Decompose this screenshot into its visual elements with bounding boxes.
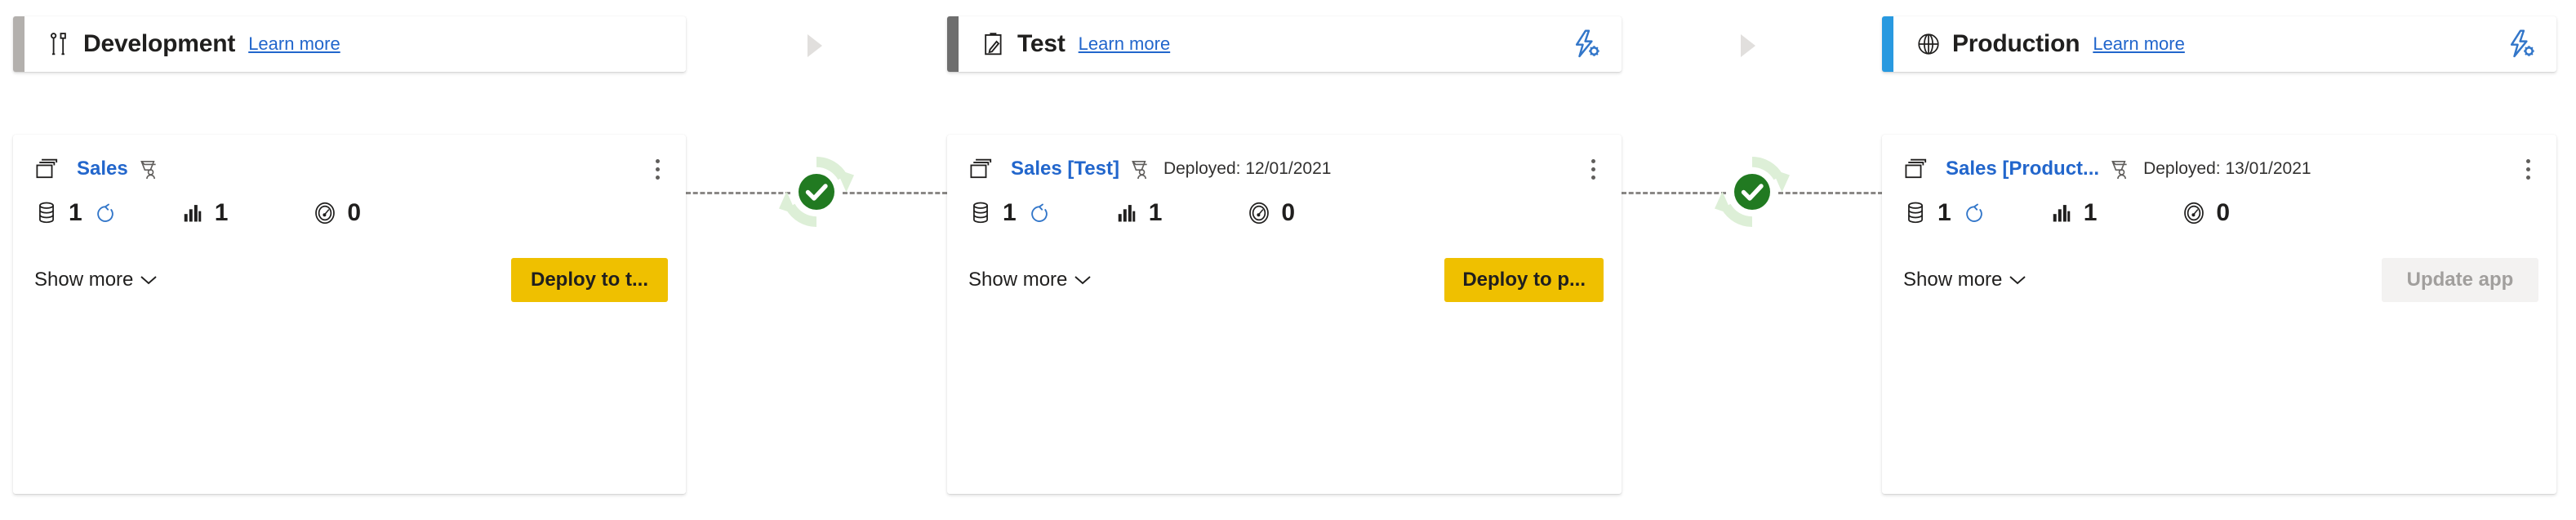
stage-header-production: Production Learn more xyxy=(1882,16,2556,72)
chevron-down-icon xyxy=(140,276,158,285)
card-footer-development: Show more Deploy to t... xyxy=(13,244,686,316)
show-more-toggle-development[interactable]: Show more xyxy=(34,269,158,291)
refresh-icon-test[interactable] xyxy=(1028,202,1051,224)
stage-card-test: Sales [Test] Deployed: 12/01/2021 1 1 0 … xyxy=(947,135,1622,494)
stage-title-test: Test xyxy=(1017,30,1066,57)
globe-icon xyxy=(1915,30,1942,58)
stage-accent-production xyxy=(1882,16,1893,72)
deployed-date-test: Deployed: 12/01/2021 xyxy=(1163,159,1332,178)
metric-datasets-value-test: 1 xyxy=(1003,199,1017,226)
metric-datasets-test: 1 xyxy=(968,199,1051,227)
triangle-right-icon xyxy=(1741,34,1755,57)
dataset-icon xyxy=(1903,201,1928,225)
stage-card-development: Sales 1 1 0 Show more Deploy to t... xyxy=(13,135,686,494)
dashboard-icon xyxy=(1247,201,1271,225)
dataset-icon xyxy=(34,201,59,225)
learn-more-link-development[interactable]: Learn more xyxy=(248,33,340,55)
card-footer-production: Show more Update app xyxy=(1882,244,2556,316)
metric-reports-development: 1 xyxy=(180,199,229,227)
metric-datasets-value-production: 1 xyxy=(1938,199,1951,226)
report-icon xyxy=(2049,201,2074,225)
stage-arrow-test-prod xyxy=(1737,33,1759,59)
deploy-button-development[interactable]: Deploy to t... xyxy=(511,258,668,302)
stage-accent-development xyxy=(13,16,24,72)
dashboard-icon xyxy=(313,201,337,225)
stage-title-production: Production xyxy=(1952,30,2080,57)
metric-dashboards-development: 0 xyxy=(313,199,361,227)
card-footer-test: Show more Deploy to p... xyxy=(947,244,1622,316)
report-icon xyxy=(1114,201,1139,225)
show-more-label: Show more xyxy=(968,269,1068,291)
deployment-pipeline: Development Learn more Test Learn more P… xyxy=(0,0,2576,520)
clipboard-icon xyxy=(980,30,1008,58)
refresh-icon-development[interactable] xyxy=(94,202,117,224)
more-options-development[interactable] xyxy=(647,155,668,183)
metric-reports-value-development: 1 xyxy=(214,199,229,226)
metrics-row-test: 1 1 0 xyxy=(947,182,1622,244)
compare-success-icon-dev-test[interactable] xyxy=(767,143,865,241)
metric-reports-test: 1 xyxy=(1114,199,1163,227)
stage-card-production: Sales [Product... Deployed: 13/01/2021 1… xyxy=(1882,135,2556,494)
metric-dashboards-test: 0 xyxy=(1247,199,1295,227)
more-options-production[interactable] xyxy=(2517,155,2538,183)
tools-icon xyxy=(46,30,73,58)
app-name-production[interactable]: Sales [Product... xyxy=(1946,158,2099,180)
deploy-button-test[interactable]: Deploy to p... xyxy=(1444,258,1604,302)
chevron-down-icon xyxy=(2009,276,2027,285)
metric-reports-production: 1 xyxy=(2049,199,2098,227)
dashboard-icon xyxy=(2182,201,2206,225)
stage-accent-test xyxy=(947,16,959,72)
metrics-row-development: 1 1 0 xyxy=(13,182,686,244)
learn-more-link-test[interactable]: Learn more xyxy=(1079,33,1171,55)
metric-dashboards-value-development: 0 xyxy=(347,199,362,226)
dataset-icon xyxy=(968,201,993,225)
show-more-label: Show more xyxy=(1903,269,2003,291)
deployment-rules-icon-test[interactable] xyxy=(1571,28,1604,60)
metric-dashboards-value-test: 0 xyxy=(1281,199,1296,226)
shared-with-me-icon xyxy=(2107,157,2132,181)
report-icon xyxy=(180,201,205,225)
card-header-production: Sales [Product... Deployed: 13/01/2021 xyxy=(1882,135,2556,182)
show-more-label: Show more xyxy=(34,269,134,291)
learn-more-link-production[interactable]: Learn more xyxy=(2093,33,2185,55)
metric-datasets-production: 1 xyxy=(1903,199,1986,227)
metrics-row-production: 1 1 0 xyxy=(1882,182,2556,244)
shared-with-me-icon xyxy=(136,157,161,181)
workspace-icon xyxy=(34,157,62,181)
show-more-toggle-production[interactable]: Show more xyxy=(1903,269,2027,291)
stage-header-test: Test Learn more xyxy=(947,16,1622,72)
stage-header-development: Development Learn more xyxy=(13,16,686,72)
refresh-icon-production[interactable] xyxy=(1963,202,1986,224)
deployed-date-production: Deployed: 13/01/2021 xyxy=(2143,159,2311,178)
workspace-icon xyxy=(1903,157,1931,181)
chevron-down-icon xyxy=(1074,276,1092,285)
show-more-toggle-test[interactable]: Show more xyxy=(968,269,1092,291)
deployment-rules-icon-production[interactable] xyxy=(2506,28,2538,60)
workspace-icon xyxy=(968,157,996,181)
app-name-test[interactable]: Sales [Test] xyxy=(1011,158,1119,180)
compare-success-icon-test-prod[interactable] xyxy=(1703,143,1801,241)
shared-with-me-icon xyxy=(1128,157,1152,181)
card-header-test: Sales [Test] Deployed: 12/01/2021 xyxy=(947,135,1622,182)
app-name-development[interactable]: Sales xyxy=(77,158,128,180)
more-options-test[interactable] xyxy=(1582,155,1604,183)
metric-datasets-development: 1 xyxy=(34,199,117,227)
triangle-right-icon xyxy=(808,34,822,57)
card-header-development: Sales xyxy=(13,135,686,182)
metric-reports-value-test: 1 xyxy=(1148,199,1163,226)
stage-arrow-dev-test xyxy=(804,33,825,59)
metric-datasets-value-development: 1 xyxy=(69,199,82,226)
metric-reports-value-production: 1 xyxy=(2083,199,2098,226)
metric-dashboards-value-production: 0 xyxy=(2216,199,2231,226)
update-app-button-production[interactable]: Update app xyxy=(2382,258,2538,302)
stage-title-development: Development xyxy=(83,30,236,57)
metric-dashboards-production: 0 xyxy=(2182,199,2230,227)
